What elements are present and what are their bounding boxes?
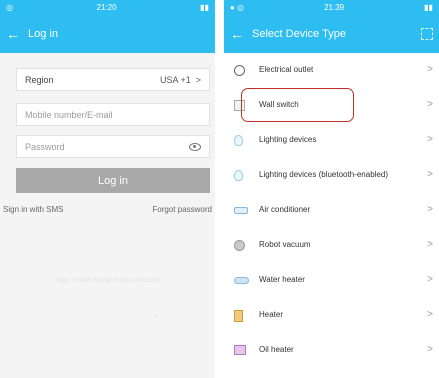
phone-email-field[interactable]: [16, 103, 210, 126]
status-bar: ◎ 21:20 ▮▮: [0, 0, 215, 15]
password-input[interactable]: [25, 141, 189, 152]
password-field[interactable]: [16, 135, 210, 158]
light-bulb-icon: [234, 170, 243, 181]
water-heater-icon: [234, 277, 249, 284]
indicator-dot: [155, 315, 157, 317]
page-title: Select Device Type: [252, 28, 346, 40]
back-arrow-icon[interactable]: ←: [6, 26, 28, 42]
oil-heater-icon: [234, 345, 246, 355]
device-label: Lighting devices (bluetooth-enabled): [259, 170, 388, 179]
chevron-right-icon: >: [427, 204, 433, 215]
device-item-electrical-outlet[interactable]: Electrical outlet >: [224, 53, 439, 88]
chevron-right-icon: >: [427, 64, 433, 75]
chevron-right-icon: >: [427, 239, 433, 250]
outlet-icon: [234, 65, 245, 76]
device-item-oil-heater[interactable]: Oil heater >: [224, 333, 439, 368]
status-time: 21:20: [96, 3, 117, 12]
device-item-robot-vacuum[interactable]: Robot vacuum >: [224, 228, 439, 263]
signal-icon: ◎: [6, 3, 13, 12]
device-item-lighting-devices[interactable]: Lighting devices >: [224, 123, 439, 158]
device-type-screen: ● ◎ 21:39 ▮▮ ← Select Device Type Electr…: [224, 0, 439, 378]
title-bar: ← Select Device Type: [224, 15, 439, 53]
sms-link[interactable]: Sign in with SMS: [3, 205, 63, 214]
wall-switch-highlight: [241, 88, 354, 122]
chevron-right-icon: >: [427, 344, 433, 355]
region-label: Region: [25, 74, 54, 85]
eye-icon[interactable]: [189, 142, 201, 151]
phone-email-input[interactable]: [25, 109, 201, 120]
device-label: Air conditioner: [259, 205, 311, 214]
back-arrow-icon[interactable]: ←: [230, 26, 252, 42]
device-label: Oil heater: [259, 345, 294, 354]
device-item-lighting-bluetooth[interactable]: Lighting devices (bluetooth-enabled) >: [224, 158, 439, 193]
region-selector[interactable]: Region USA +1 >: [16, 68, 210, 91]
social-login-text[interactable]: Sign in with social media account: [0, 277, 215, 284]
device-item-heater[interactable]: Heater >: [224, 298, 439, 333]
device-item-air-conditioner[interactable]: Air conditioner >: [224, 193, 439, 228]
chevron-right-icon: >: [427, 134, 433, 145]
battery-icon: ▮▮: [424, 3, 433, 12]
forgot-password-link[interactable]: Forgot password: [152, 205, 212, 214]
chevron-right-icon: >: [427, 99, 433, 110]
notification-icon: ● ◎: [230, 3, 245, 12]
login-screen: ◎ 21:20 ▮▮ ← Log in Region USA +1 > Log …: [0, 0, 215, 378]
device-label: Robot vacuum: [259, 240, 311, 249]
air-conditioner-icon: [234, 207, 248, 214]
device-label: Water heater: [259, 275, 305, 284]
device-label: Lighting devices: [259, 135, 317, 144]
status-bar: ● ◎ 21:39 ▮▮: [224, 0, 439, 15]
light-bulb-icon: [234, 135, 243, 146]
title-bar: ← Log in: [0, 15, 215, 53]
robot-vacuum-icon: [234, 240, 245, 251]
device-item-water-heater[interactable]: Water heater >: [224, 263, 439, 298]
heater-icon: [234, 310, 243, 322]
battery-icon: ▮▮: [200, 3, 209, 12]
page-title: Log in: [28, 28, 58, 40]
status-time: 21:39: [324, 3, 345, 12]
scan-icon[interactable]: [421, 28, 433, 40]
region-value: USA +1 >: [159, 74, 201, 85]
login-button[interactable]: Log in: [16, 168, 210, 193]
chevron-right-icon: >: [427, 169, 433, 180]
chevron-right-icon: >: [427, 309, 433, 320]
chevron-right-icon: >: [427, 274, 433, 285]
device-label: Heater: [259, 310, 284, 319]
device-label: Electrical outlet: [259, 65, 314, 74]
